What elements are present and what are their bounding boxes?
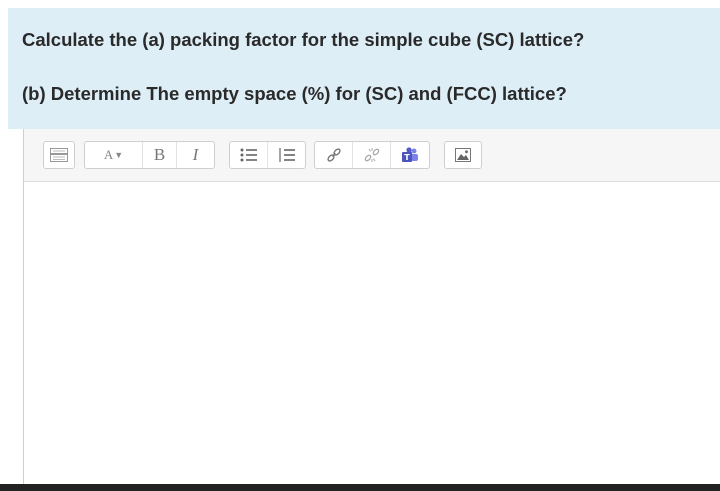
bottom-edge-bar [0,484,720,491]
toolbar-group-toggle [43,141,75,169]
unordered-list-icon [240,148,257,162]
dropdown-arrow-icon: ▼ [114,150,124,160]
bold-button[interactable]: B [143,142,177,168]
toolbar-group-media [444,141,482,169]
toolbar-toggle-icon [50,148,68,162]
show-more-buttons[interactable] [44,142,74,168]
question-line-b: (b) Determine The empty space (%) for (S… [22,83,567,104]
italic-button[interactable]: I [177,142,214,168]
editor-toolbar: A ▼ B I T [24,129,720,182]
teams-meeting-button[interactable]: T [391,142,429,168]
link-button[interactable] [315,142,353,168]
svg-text:T: T [404,153,410,162]
link-icon [326,148,341,162]
teams-icon: T [402,147,418,162]
editor-content-area[interactable] [24,182,720,484]
unlink-icon [364,148,379,162]
answer-editor[interactable]: A ▼ B I T [23,129,720,484]
paragraph-styles-button[interactable]: A ▼ [85,142,143,168]
image-icon [455,148,471,162]
bold-label: B [153,145,166,164]
unordered-list-button[interactable] [230,142,268,168]
question-line-a: Calculate the (a) packing factor for the… [22,29,585,50]
question-frame: Calculate the (a) packing factor for the… [8,8,720,484]
font-style-icon: A [103,147,114,162]
insert-image-button[interactable] [445,142,481,168]
italic-label: I [192,145,199,164]
unlink-button[interactable] [353,142,391,168]
toolbar-group-links: T [314,141,430,169]
toolbar-group-text: A ▼ B I [84,141,215,169]
toolbar-group-lists [229,141,306,169]
question-panel: Calculate the (a) packing factor for the… [8,8,720,129]
ordered-list-icon [278,148,295,162]
ordered-list-button[interactable] [268,142,305,168]
